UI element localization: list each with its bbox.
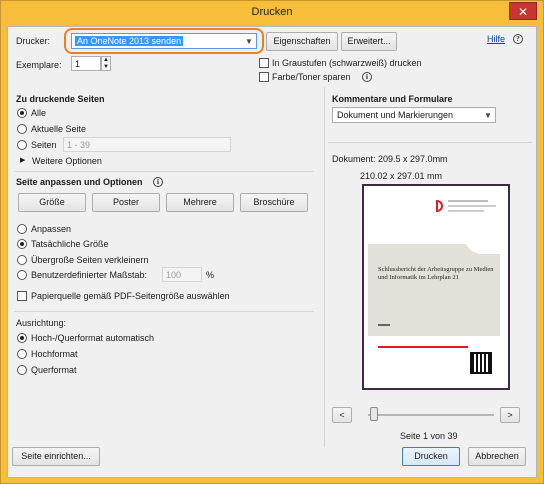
paper-source-label: Papierquelle gemäß PDF-Seitengröße auswä… [31, 291, 230, 301]
logo-text-line [448, 210, 484, 212]
divider [14, 311, 314, 312]
divider [14, 171, 314, 172]
portrait-label: Hochformat [31, 349, 78, 359]
help-link[interactable]: Hilfe [487, 34, 505, 44]
copies-spinner[interactable]: ▲ ▼ [101, 56, 111, 71]
advanced-button[interactable]: Erweitert... [341, 32, 397, 51]
next-page-button[interactable]: > [500, 407, 520, 423]
paper-size: 210.02 x 297.01 mm [360, 171, 443, 181]
page-slider-thumb[interactable] [370, 407, 378, 421]
cover-band [368, 244, 500, 336]
printer-select[interactable]: An OneNote 2013 senden ▼ [71, 33, 257, 49]
logo-text-line [448, 205, 496, 207]
custom-scale-input[interactable]: 100 [162, 267, 202, 282]
print-button[interactable]: Drucken [402, 447, 460, 466]
pages-range-label: Seiten [31, 140, 57, 150]
properties-button[interactable]: Eigenschaften [266, 32, 338, 51]
copies-input[interactable]: 1 [71, 56, 101, 71]
page-preview: Schlussbericht der Arbeitsgruppe zu Medi… [362, 184, 510, 390]
custom-scale-value: 100 [166, 270, 182, 280]
page-date-line [378, 324, 390, 326]
column-divider [324, 87, 325, 447]
title-bar: Drucken ✕ [1, 1, 543, 25]
comments-heading: Kommentare und Formulare [332, 94, 453, 104]
page-setup-button[interactable]: Seite einrichten... [12, 447, 100, 466]
logo-icon [436, 200, 443, 212]
orientation-auto-label: Hoch-/Querformat automatisch [31, 333, 155, 343]
tab-booklet[interactable]: Broschüre [240, 193, 308, 212]
portrait-radio[interactable] [17, 349, 27, 359]
orientation-auto-radio[interactable] [17, 333, 27, 343]
tab-poster[interactable]: Poster [92, 193, 160, 212]
custom-scale-radio[interactable] [17, 270, 27, 280]
copies-value: 1 [75, 59, 81, 69]
print-dialog: Drucken ✕ Drucker: An OneNote 2013 sende… [0, 0, 544, 484]
chevron-down-icon: ▼ [245, 37, 253, 46]
shrink-label: Übergroße Seiten verkleinern [31, 255, 149, 265]
actual-size-label: Tatsächliche Größe [31, 239, 109, 249]
info-icon[interactable]: i [362, 72, 372, 82]
grayscale-label: In Graustufen (schwarzweiß) drucken [272, 58, 422, 68]
page-counter: Seite 1 von 39 [400, 431, 458, 441]
custom-scale-label: Benutzerdefinierter Maßstab: [31, 270, 148, 280]
page-slider-track[interactable] [368, 414, 494, 416]
fit-radio[interactable] [17, 224, 27, 234]
dialog-body: Drucker: An OneNote 2013 senden ▼ Eigens… [7, 26, 537, 478]
sizing-heading: Seite anpassen und Optionen [16, 177, 143, 187]
pages-range-input[interactable]: 1 - 39 [63, 137, 231, 152]
printer-selected-value: An OneNote 2013 senden [75, 36, 184, 46]
grayscale-checkbox[interactable] [259, 58, 269, 68]
landscape-label: Querformat [31, 365, 77, 375]
window-title: Drucken [251, 6, 293, 18]
save-toner-checkbox[interactable] [259, 72, 269, 82]
save-toner-label: Farbe/Toner sparen [272, 72, 351, 82]
percent-label: % [206, 270, 215, 280]
pages-all-radio[interactable] [17, 108, 27, 118]
more-options-toggle[interactable]: Weitere Optionen [32, 156, 102, 166]
divider [328, 142, 532, 143]
printer-label: Drucker: [16, 36, 51, 46]
landscape-radio[interactable] [17, 365, 27, 375]
logo-text-line [448, 200, 488, 202]
info-icon[interactable]: i [153, 177, 163, 187]
pages-current-label: Aktuelle Seite [31, 124, 87, 134]
actual-size-radio[interactable] [17, 239, 27, 249]
orientation-heading: Ausrichtung: [16, 318, 67, 328]
help-icon[interactable]: ? [513, 34, 523, 44]
expand-triangle-icon[interactable]: ▶ [20, 156, 25, 164]
footer-line [378, 346, 468, 348]
comments-select[interactable]: Dokument und Markierungen ▼ [332, 107, 496, 123]
shrink-radio[interactable] [17, 255, 27, 265]
comments-selected-value: Dokument und Markierungen [337, 110, 454, 120]
pages-range-placeholder: 1 - 39 [67, 140, 91, 150]
chevron-down-icon: ▼ [484, 111, 492, 120]
tab-multiple[interactable]: Mehrere [166, 193, 234, 212]
page-title: Schlussbericht der Arbeitsgruppe zu Medi… [378, 266, 494, 281]
close-button[interactable]: ✕ [509, 2, 537, 20]
prev-page-button[interactable]: < [332, 407, 352, 423]
tab-size[interactable]: Größe [18, 193, 86, 212]
cancel-button[interactable]: Abbrechen [468, 447, 526, 466]
pages-heading: Zu druckende Seiten [16, 94, 105, 104]
paper-source-checkbox[interactable] [17, 291, 27, 301]
pages-current-radio[interactable] [17, 124, 27, 134]
copies-label: Exemplare: [16, 60, 62, 70]
pages-range-radio[interactable] [17, 140, 27, 150]
pages-all-label: Alle [31, 108, 47, 118]
qr-code-icon [470, 352, 492, 374]
document-size: Dokument: 209.5 x 297.0mm [332, 154, 448, 164]
fit-label: Anpassen [31, 224, 72, 234]
